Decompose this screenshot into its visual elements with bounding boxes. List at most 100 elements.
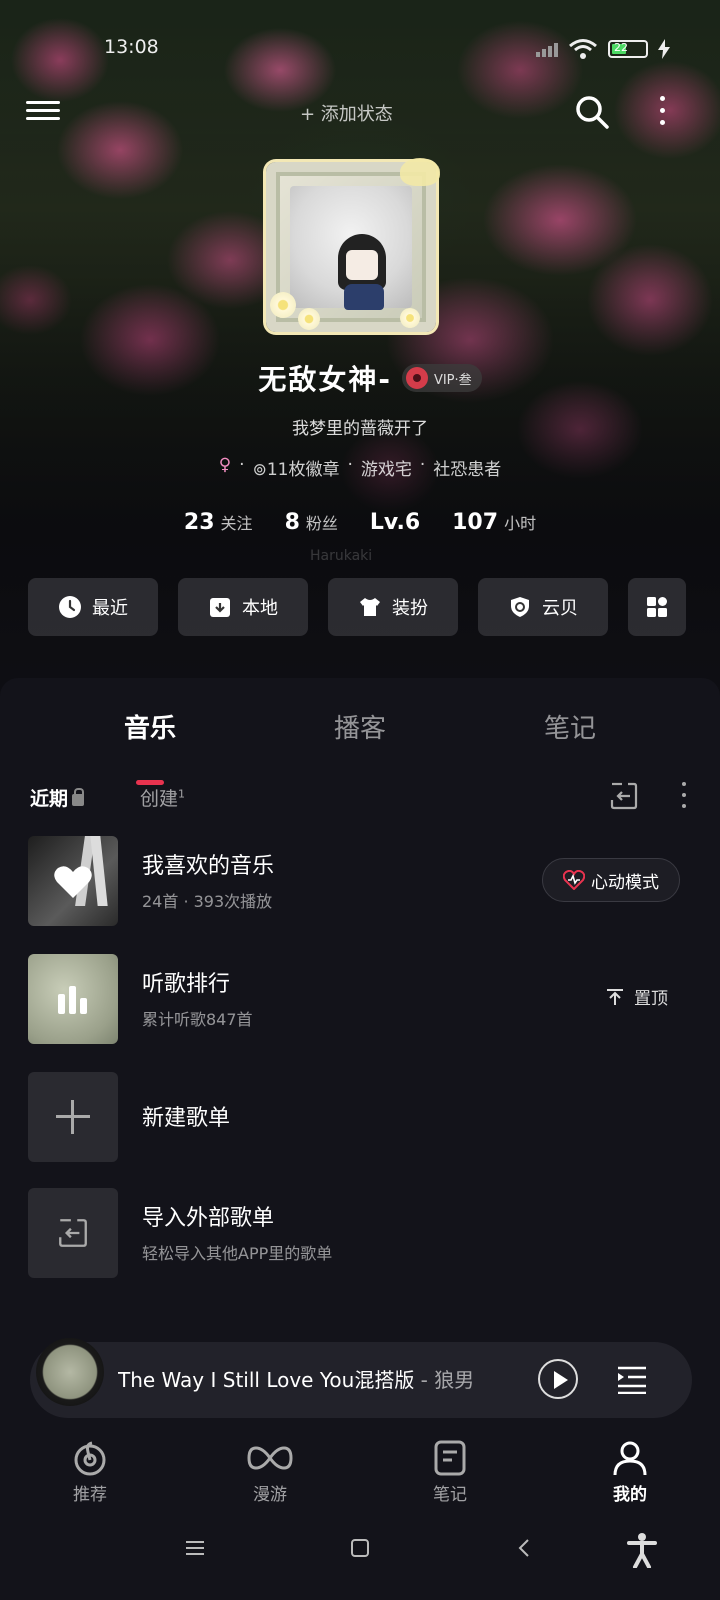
profile-signature: 我梦里的蔷薇开了 xyxy=(292,419,428,439)
content-tabs: 音乐 播客 笔记 xyxy=(0,708,720,785)
nav-notes[interactable]: 笔记 xyxy=(400,1440,500,1505)
avatar[interactable] xyxy=(266,158,440,332)
list-item-listening-rank[interactable]: 听歌排行 累计听歌847首 置顶 xyxy=(28,954,692,1044)
more-apps-button[interactable] xyxy=(628,578,686,636)
status-bar: 13:08 22 xyxy=(0,34,720,64)
subtab-recent[interactable]: 近期 xyxy=(30,784,85,811)
local-button[interactable]: 本地 xyxy=(178,578,308,636)
tab-music[interactable]: 音乐 xyxy=(100,708,200,745)
song-title: The Way I Still Love You混搭版 xyxy=(118,1368,415,1392)
accessibility-icon[interactable] xyxy=(626,1532,658,1568)
signal-icon xyxy=(536,41,558,57)
person-icon xyxy=(613,1441,647,1476)
tag-separator: · xyxy=(347,455,353,475)
song-artist: - 狼男 xyxy=(414,1368,475,1392)
netease-logo-icon xyxy=(74,1441,106,1476)
more-options-button[interactable] xyxy=(660,96,668,128)
import-playlist-cover xyxy=(28,1188,118,1278)
avatar-frame-flower xyxy=(270,292,296,318)
playlist-icon[interactable] xyxy=(616,1364,648,1394)
quick-actions: 最近 本地 装扮 云贝 xyxy=(28,578,692,636)
created-count: 1 xyxy=(178,787,186,801)
import-icon xyxy=(59,1219,87,1247)
home-icon[interactable] xyxy=(350,1538,370,1558)
nav-mine[interactable]: 我的 xyxy=(580,1440,680,1505)
grid-apps-icon xyxy=(647,597,667,617)
battery-level: 22 xyxy=(614,41,628,54)
username[interactable]: 无敌女神- xyxy=(258,358,392,398)
background-watermark: Harukaki xyxy=(310,548,373,564)
playlist-subtabs: 近期 创建1 xyxy=(0,782,720,820)
import-playlist-title: 导入外部歌单 xyxy=(142,1206,275,1231)
download-box-icon xyxy=(210,598,230,617)
liked-music-cover xyxy=(28,836,118,926)
import-icon[interactable] xyxy=(608,780,640,812)
heart-mode-button[interactable]: 心动模式 xyxy=(542,858,680,902)
vip-badge[interactable]: VIP·叁 xyxy=(401,364,482,392)
listening-rank-stats: 累计听歌847首 xyxy=(142,1010,253,1029)
avatar-image xyxy=(290,186,412,310)
nav-recommend[interactable]: 推荐 xyxy=(40,1440,140,1505)
tag-social-anxiety: 社恐患者 xyxy=(433,460,502,480)
list-item-import-playlist[interactable]: 导入外部歌单 轻松导入其他APP里的歌单 xyxy=(28,1188,692,1278)
avatar-frame-flower xyxy=(400,308,420,328)
menu-button[interactable] xyxy=(26,96,60,126)
username-row: 无敌女神- VIP·叁 xyxy=(0,358,720,398)
battery-icon: 22 xyxy=(608,40,648,58)
clock-icon xyxy=(59,596,81,618)
play-icon[interactable] xyxy=(538,1359,578,1399)
menu-icon xyxy=(26,101,60,104)
female-icon: ♀ xyxy=(218,455,232,475)
vip-label: VIP·叁 xyxy=(433,372,472,388)
back-icon[interactable] xyxy=(516,1538,532,1558)
badge-count-tag[interactable]: ⊚11枚徽章 xyxy=(253,455,340,480)
subtab-created[interactable]: 创建1 xyxy=(140,784,185,811)
new-playlist-title: 新建歌单 xyxy=(142,1106,231,1131)
nav-roam[interactable]: 漫游 xyxy=(220,1440,320,1505)
charging-icon xyxy=(658,39,670,59)
listening-rank-title: 听歌排行 xyxy=(142,972,231,997)
add-status-button[interactable]: + 添加状态 xyxy=(300,100,393,126)
plus-icon xyxy=(28,1072,118,1162)
system-nav-bar xyxy=(0,1528,720,1588)
tab-podcast[interactable]: 播客 xyxy=(310,708,410,745)
list-item-liked-music[interactable]: 我喜欢的音乐 24首 · 393次播放 心动模式 xyxy=(28,836,692,926)
recent-button[interactable]: 最近 xyxy=(28,578,158,636)
tab-notes[interactable]: 笔记 xyxy=(520,708,620,745)
avatar-frame-bow xyxy=(400,158,440,186)
liked-music-title: 我喜欢的音乐 xyxy=(142,854,275,879)
mini-player[interactable]: The Way I Still Love You混搭版 - 狼男 xyxy=(30,1338,692,1418)
tag-separator: · xyxy=(419,455,426,475)
shield-coin-icon xyxy=(511,597,529,617)
status-time: 13:08 xyxy=(104,36,159,58)
avatar-frame-flower xyxy=(298,308,320,330)
search-icon[interactable] xyxy=(574,94,610,130)
stat-level[interactable]: Lv.6 xyxy=(370,510,420,535)
bar-chart-icon xyxy=(58,986,87,1014)
bottom-nav: 推荐 漫游 笔记 我的 xyxy=(0,1440,720,1520)
liked-music-stats: 24首 · 393次播放 xyxy=(142,892,273,911)
list-item-new-playlist[interactable]: 新建歌单 xyxy=(28,1072,692,1162)
vip-record-icon xyxy=(405,367,428,389)
pin-to-top-button[interactable]: 置顶 xyxy=(606,984,668,1009)
stat-following[interactable]: 23 关注 xyxy=(184,510,253,535)
import-playlist-desc: 轻松导入其他APP里的歌单 xyxy=(142,1244,333,1263)
profile-tags[interactable]: ♀ · ⊚11枚徽章 · 游戏宅 · 社恐患者 xyxy=(0,455,720,480)
lock-icon xyxy=(72,787,85,806)
tag-separator: · xyxy=(239,455,245,475)
stat-followers[interactable]: 8 粉丝 xyxy=(285,510,338,535)
shirt-icon xyxy=(360,598,380,616)
dress-up-button[interactable]: 装扮 xyxy=(328,578,458,636)
now-playing: The Way I Still Love You混搭版 - 狼男 xyxy=(118,1364,518,1393)
stat-listen-hours[interactable]: 107 小时 xyxy=(452,510,536,535)
cloud-coin-button[interactable]: 云贝 xyxy=(478,578,608,636)
recents-icon[interactable] xyxy=(184,1538,206,1558)
album-disc xyxy=(36,1338,104,1406)
tag-gamer: 游戏宅 xyxy=(360,460,412,480)
heart-icon xyxy=(54,866,92,898)
note-icon xyxy=(434,1440,466,1476)
status-icons: 22 xyxy=(536,38,670,60)
wifi-icon xyxy=(569,39,597,59)
infinity-icon xyxy=(247,1446,293,1470)
playlist-more-button[interactable] xyxy=(682,782,688,812)
